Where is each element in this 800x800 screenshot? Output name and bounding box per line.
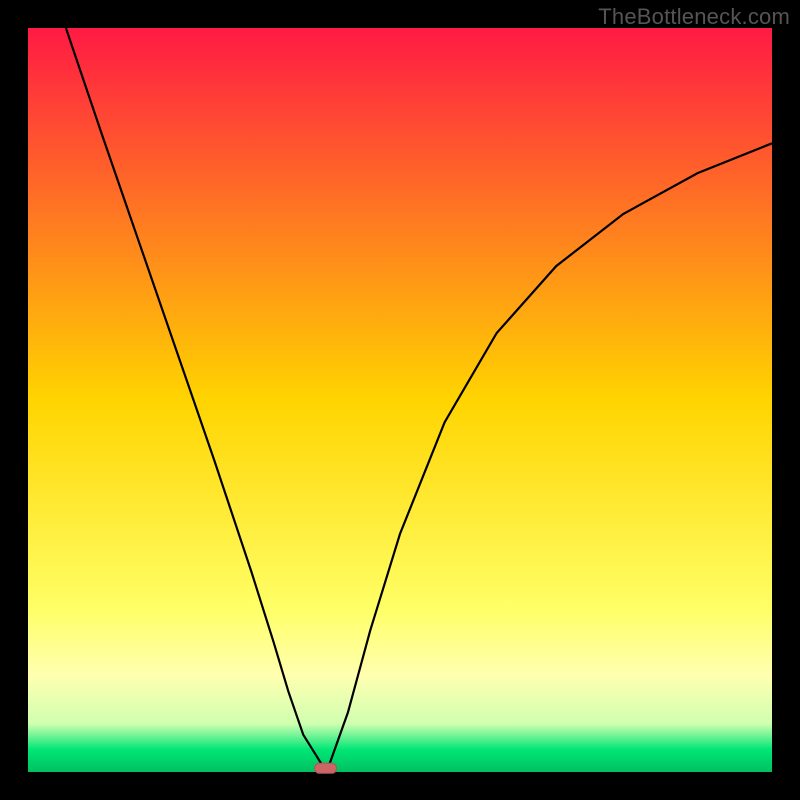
plot-background <box>28 28 772 772</box>
watermark-text: TheBottleneck.com <box>598 4 790 30</box>
bottleneck-chart <box>0 0 800 800</box>
minimum-marker <box>315 763 337 773</box>
chart-container: { "watermark": "TheBottleneck.com", "col… <box>0 0 800 800</box>
